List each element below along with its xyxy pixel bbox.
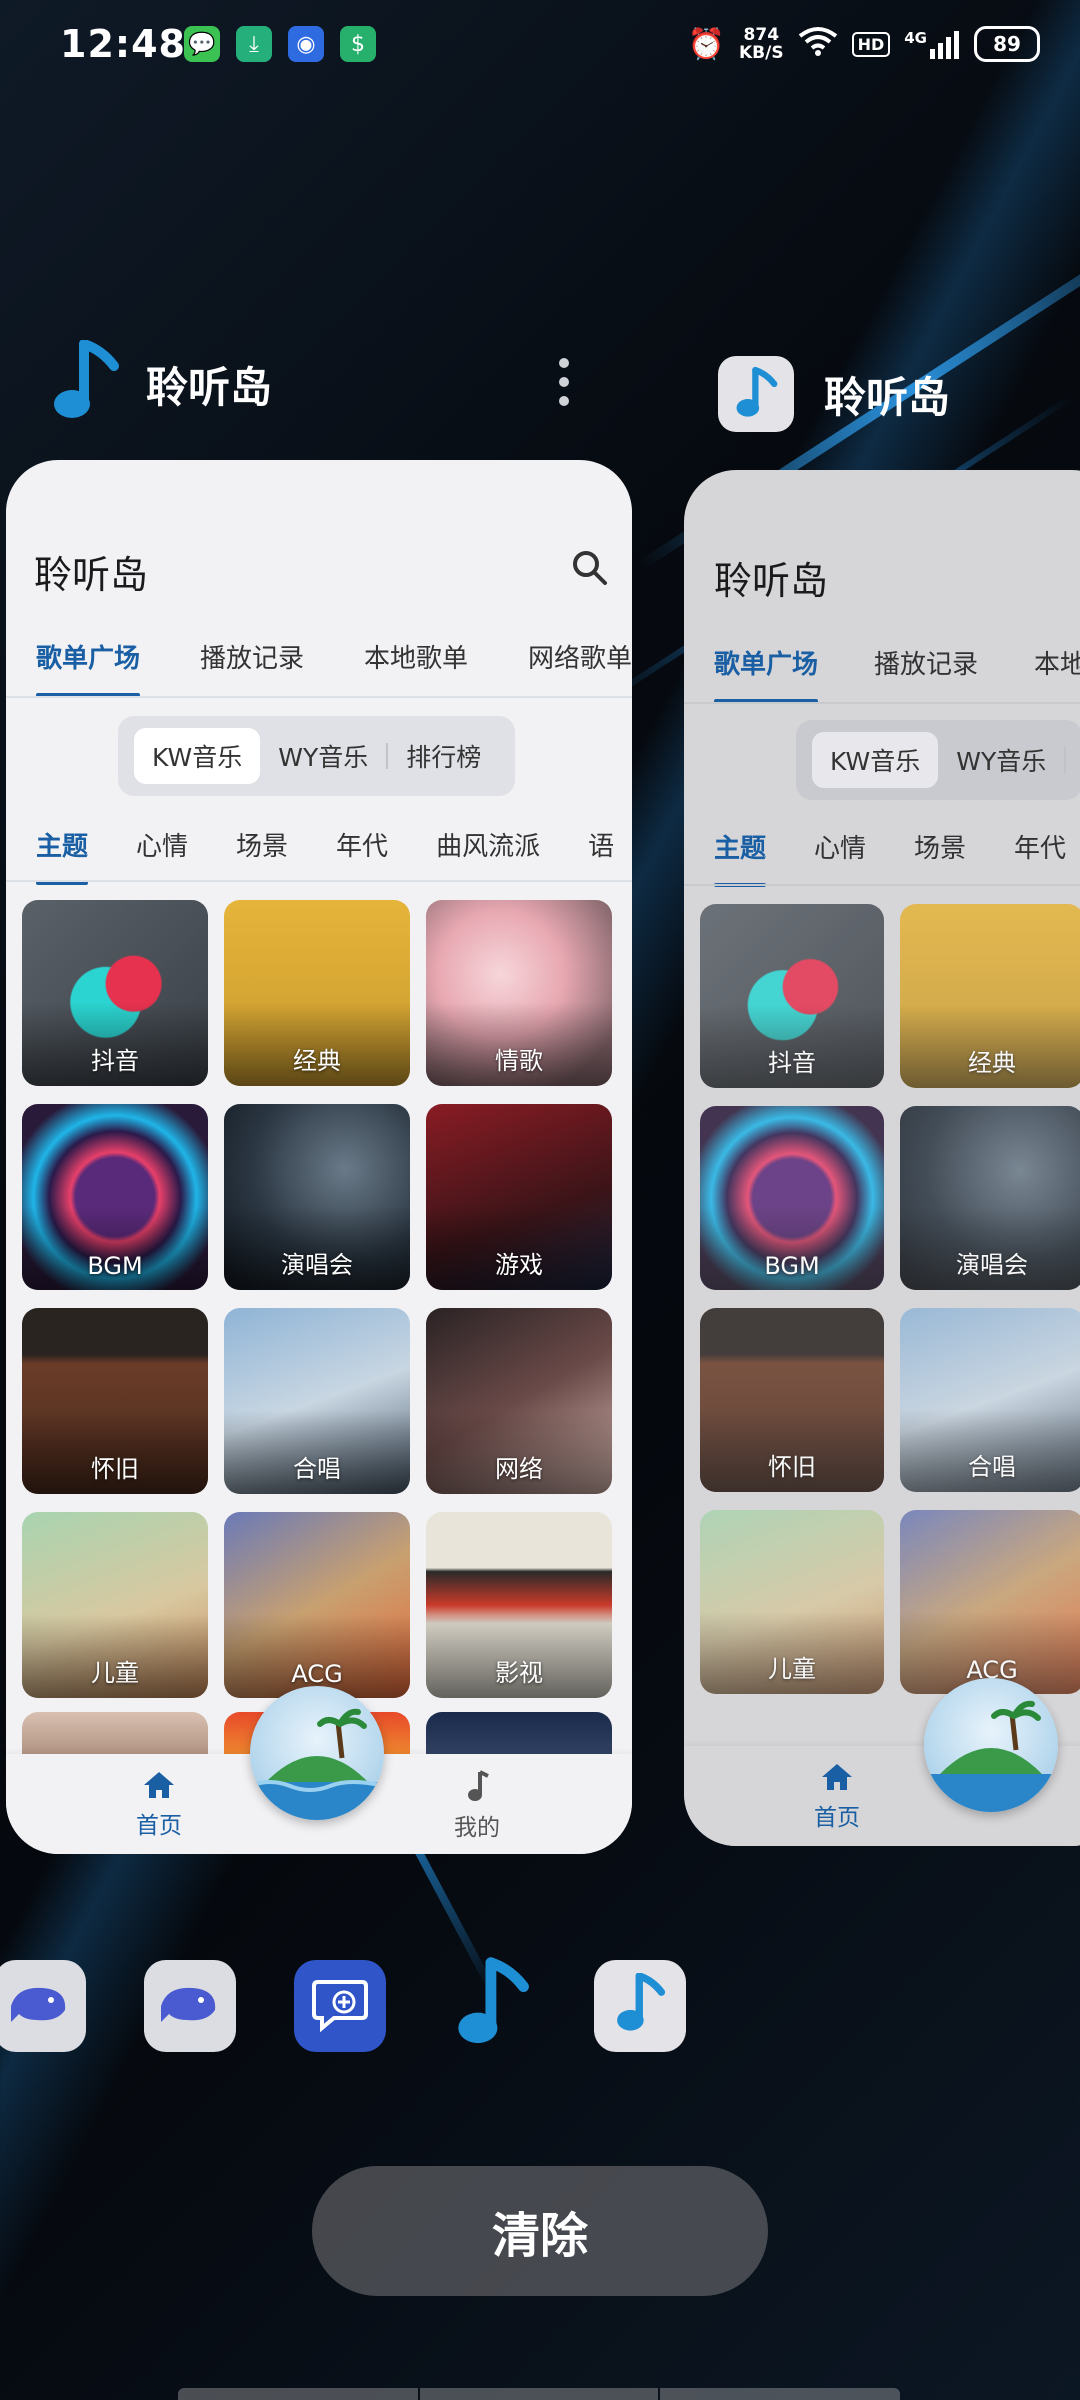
cellular-signal-icon: 4G — [904, 29, 960, 59]
playlist-tile[interactable]: 抖音 — [22, 900, 208, 1086]
tab-local-playlist[interactable]: 本地歌 — [1034, 644, 1080, 681]
playlist-tile[interactable]: 儿童 — [22, 1512, 208, 1698]
music-note-icon — [464, 1770, 490, 1808]
status-time: 12:48 — [60, 22, 186, 66]
category-era[interactable]: 年代 — [336, 826, 388, 863]
playlist-grid: 抖音 经典 BGM 演唱会 怀旧 合唱 儿童 ACG — [700, 904, 1080, 1694]
download-notification-icon: ⤓ — [236, 26, 272, 62]
app-icon-music[interactable] — [594, 1960, 686, 2052]
source-wy[interactable]: WY音乐 — [260, 728, 386, 784]
divider — [6, 696, 632, 698]
playlist-grid: 抖音 经典 情歌 BGM 演唱会 游戏 怀旧 合唱 网络 儿童 ACG 影视 — [22, 900, 612, 1698]
home-icon — [142, 1770, 176, 1806]
category-mood[interactable]: 心情 — [814, 828, 866, 865]
playlist-tile[interactable]: 情歌 — [426, 900, 612, 1086]
app-icon-chat[interactable] — [294, 1960, 386, 2052]
payment-notification-icon: $ — [340, 26, 376, 62]
tab-play-history[interactable]: 播放记录 — [874, 644, 978, 681]
playlist-tile[interactable]: 影视 — [426, 1512, 612, 1698]
category-mood[interactable]: 心情 — [136, 826, 188, 863]
playlist-tile[interactable]: 经典 — [224, 900, 410, 1086]
category-theme[interactable]: 主题 — [714, 828, 767, 887]
category-language[interactable]: 语 — [588, 826, 614, 863]
playlist-tile[interactable]: 抖音 — [700, 904, 884, 1088]
messages-notification-icon: 💬 — [184, 26, 220, 62]
playlist-tile[interactable]: 网络 — [426, 1308, 612, 1494]
app-name: 聆听岛 — [146, 362, 273, 412]
island-play-button[interactable] — [924, 1678, 1058, 1812]
whale-icon — [7, 1980, 73, 2032]
tab-local-playlist[interactable]: 本地歌单 — [364, 638, 468, 675]
source-ranking[interactable]: 排行榜 — [388, 728, 499, 784]
playlist-tile[interactable]: 经典 — [900, 904, 1080, 1088]
playlist-tile[interactable]: 儿童 — [700, 1510, 884, 1694]
category-genre[interactable]: 曲风流派 — [436, 826, 540, 863]
recent-app-card-main[interactable]: 聆听岛 歌单广场 播放记录 本地歌单 网络歌单 KW音乐 WY音乐 排行榜 主题… — [6, 460, 632, 1854]
divider — [6, 880, 632, 882]
chat-bubble-icon — [310, 1976, 370, 2036]
gesture-bar — [178, 2388, 418, 2400]
source-switcher: KW音乐 WY音乐 — [796, 720, 1080, 800]
app-icon-music-active[interactable] — [446, 1957, 538, 2052]
playlist-tile[interactable]: 合唱 — [900, 1308, 1080, 1492]
nav-mine[interactable]: 我的 — [454, 1770, 500, 1842]
divider — [684, 884, 1080, 886]
battery-indicator: 89 — [974, 26, 1040, 62]
category-scene[interactable]: 场景 — [914, 828, 966, 865]
page-title: 聆听岛 — [34, 553, 149, 597]
page-title: 聆听岛 — [714, 559, 829, 603]
category-era[interactable]: 年代 — [1014, 828, 1066, 865]
category-scene[interactable]: 场景 — [236, 826, 288, 863]
wifi-icon — [798, 26, 838, 62]
playlist-tile[interactable]: 游戏 — [426, 1104, 612, 1290]
alarm-icon: ⏰ — [687, 26, 725, 62]
recent-app-header-second[interactable]: 聆听岛 — [718, 356, 950, 432]
gesture-bar — [660, 2388, 900, 2400]
home-icon — [820, 1762, 854, 1798]
app-icon-whale-2[interactable] — [144, 1960, 236, 2052]
nav-home[interactable]: 首页 — [136, 1770, 182, 1840]
recent-app-card-second[interactable]: 聆听岛 歌单广场 播放记录 本地歌 KW音乐 WY音乐 主题 心情 场景 年代 … — [684, 470, 1080, 1846]
music-note-icon — [614, 1972, 666, 2039]
more-options-icon[interactable] — [556, 358, 572, 406]
gesture-bar — [420, 2388, 658, 2400]
source-kw[interactable]: KW音乐 — [812, 732, 939, 788]
island-play-button[interactable] — [250, 1686, 384, 1820]
category-theme[interactable]: 主题 — [36, 826, 89, 885]
clear-all-button[interactable]: 清除 — [312, 2166, 768, 2296]
playlist-tile[interactable]: 演唱会 — [900, 1106, 1080, 1290]
hd-badge: HD — [851, 31, 891, 57]
source-wy[interactable]: WY音乐 — [938, 732, 1064, 788]
playlist-tile[interactable]: ACG — [900, 1510, 1080, 1694]
playlist-tile[interactable]: 怀旧 — [22, 1308, 208, 1494]
playlist-tile[interactable]: 演唱会 — [224, 1104, 410, 1290]
app-icon-whale-1[interactable] — [0, 1960, 86, 2052]
divider — [684, 702, 1080, 704]
source-kw[interactable]: KW音乐 — [134, 728, 261, 784]
whale-icon — [157, 1980, 223, 2032]
tab-play-history[interactable]: 播放记录 — [200, 638, 304, 675]
music-note-icon — [454, 1956, 530, 2056]
music-note-icon — [718, 356, 794, 432]
playlist-tile[interactable]: 怀旧 — [700, 1308, 884, 1492]
music-note-icon — [50, 339, 120, 428]
nav-home[interactable]: 首页 — [814, 1762, 860, 1832]
status-bar: 12:48 💬 ⤓ ◉ $ ⏰ 874 KB/S HD 4G 89 — [0, 0, 1080, 96]
playlist-tile[interactable]: ACG — [224, 1512, 410, 1698]
playlist-tile[interactable]: 合唱 — [224, 1308, 410, 1494]
app-name: 聆听岛 — [824, 372, 951, 422]
search-icon[interactable] — [572, 550, 608, 590]
recent-app-header-main[interactable]: 聆听岛 — [50, 339, 273, 428]
network-speed: 874 KB/S — [738, 25, 784, 63]
playlist-tile[interactable]: BGM — [22, 1104, 208, 1290]
playlist-tile[interactable]: BGM — [700, 1106, 884, 1290]
tab-playlist-square[interactable]: 歌单广场 — [36, 638, 141, 697]
tab-online-playlist[interactable]: 网络歌单 — [528, 638, 632, 675]
tab-playlist-square[interactable]: 歌单广场 — [714, 644, 819, 703]
source-switcher: KW音乐 WY音乐 排行榜 — [118, 716, 516, 796]
security-notification-icon: ◉ — [288, 26, 324, 62]
